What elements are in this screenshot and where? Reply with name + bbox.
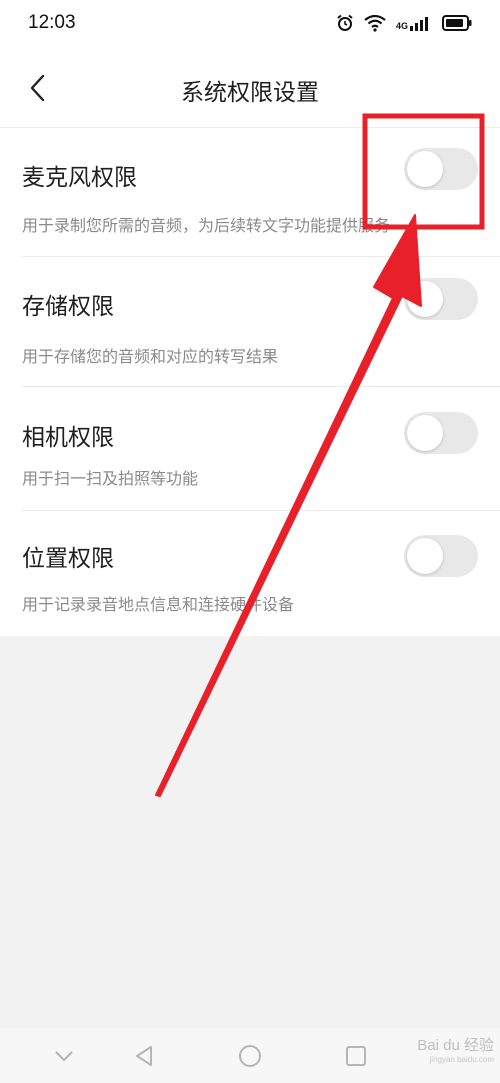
location-toggle[interactable] xyxy=(404,535,478,577)
permission-title: 相机权限 xyxy=(22,425,114,451)
home-circle-icon xyxy=(239,1045,261,1067)
watermark-brand: Bai du 经验 xyxy=(417,1037,494,1054)
watermark-url: jingyan.baidu.com xyxy=(429,1055,494,1064)
permission-title: 存储权限 xyxy=(22,294,114,320)
nav-home-button[interactable] xyxy=(236,1042,264,1070)
watermark: Bai du 经验 jingyan.baidu.com xyxy=(417,1034,494,1064)
header: 系统权限设置 xyxy=(0,50,500,128)
camera-toggle[interactable] xyxy=(404,412,478,454)
permission-description: 用于存储您的音频和对应的转写结果 xyxy=(22,347,279,366)
storage-toggle[interactable] xyxy=(404,278,478,320)
status-bar: 12:03 4G xyxy=(0,0,500,50)
permission-description: 用于记录录音地点信息和连接硬件设备 xyxy=(22,595,295,614)
toggle-knob xyxy=(407,415,443,451)
nav-recents-button[interactable] xyxy=(342,1042,370,1070)
status-icons: 4G xyxy=(336,12,472,34)
toggle-knob xyxy=(407,151,443,187)
alarm-icon xyxy=(336,14,354,32)
list-item-microphone: 麦克风权限 用于录制您所需的音频，为后续转文字功能提供服务 xyxy=(0,128,500,257)
toggle-knob xyxy=(407,538,443,574)
battery-icon xyxy=(442,15,472,31)
nav-back-button[interactable] xyxy=(130,1042,158,1070)
toggle-knob xyxy=(407,281,443,317)
recents-square-icon xyxy=(346,1046,366,1066)
permission-title: 麦克风权限 xyxy=(22,165,137,191)
permission-title: 位置权限 xyxy=(22,546,114,572)
list-item-storage: 存储权限 用于存储您的音频和对应的转写结果 xyxy=(0,257,500,387)
page-title: 系统权限设置 xyxy=(181,80,319,106)
permission-list: 麦克风权限 用于录制您所需的音频，为后续转文字功能提供服务 存储权限 用于存储您… xyxy=(0,127,500,636)
collapse-button[interactable] xyxy=(50,1042,78,1070)
wifi-icon xyxy=(364,14,386,32)
list-item-location: 位置权限 用于记录录音地点信息和连接硬件设备 xyxy=(0,511,500,636)
status-time: 12:03 xyxy=(28,12,76,33)
network-type-label: 4G xyxy=(395,21,408,31)
microphone-toggle[interactable] xyxy=(404,148,478,190)
signal-icon: 4G xyxy=(396,15,432,31)
list-item-camera: 相机权限 用于扫一扫及拍照等功能 xyxy=(0,387,500,511)
permission-description: 用于扫一扫及拍照等功能 xyxy=(22,469,199,488)
back-triangle-icon xyxy=(136,1046,152,1066)
collapse-icon xyxy=(55,1051,73,1062)
permission-description: 用于录制您所需的音频，为后续转文字功能提供服务 xyxy=(22,216,391,235)
